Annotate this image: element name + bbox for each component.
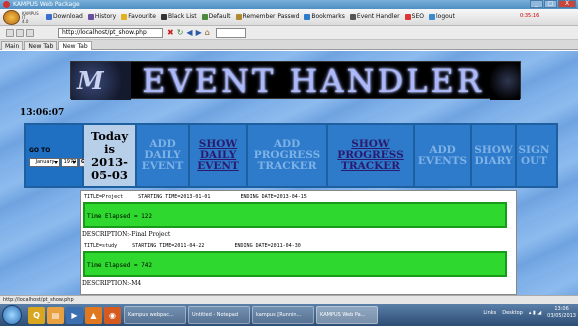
- seo-icon: [404, 13, 411, 20]
- folder-icon[interactable]: ▤: [47, 306, 64, 324]
- brand-text: KAMPUS IT 4.0: [22, 11, 39, 24]
- start-button[interactable]: [2, 305, 22, 325]
- nav-tools: [6, 29, 34, 37]
- task-kampus-webpac[interactable]: Kampus webpac...: [124, 306, 186, 324]
- browser-toolbar: KAMPUS IT 4.0 Download History Favourite…: [0, 9, 578, 26]
- chevron-down-icon: [72, 160, 76, 164]
- goto-label: GO TO: [29, 146, 51, 154]
- current-time: 13:06:07: [20, 108, 65, 118]
- close-button[interactable]: X: [558, 0, 576, 8]
- banner-swirl-art: [490, 62, 520, 100]
- nav-buttons: ✖ ↻ ◀ ▶ ⌂: [167, 28, 210, 37]
- menu-sign-out[interactable]: SIGN OUT: [517, 125, 551, 186]
- toolbar-default[interactable]: Default: [201, 13, 231, 20]
- tab-main[interactable]: Main: [1, 41, 24, 50]
- key-icon: [235, 13, 242, 20]
- refresh-button[interactable]: ↻: [177, 28, 184, 37]
- window-title-bar: KAMPUS Web Package _ □ X: [0, 0, 578, 9]
- menu-show-daily-event[interactable]: SHOW DAILY EVENT: [190, 125, 248, 186]
- app-logo-icon: [3, 1, 10, 8]
- main-menu: GO TO January 1970 GO! Today is 2013-05-…: [24, 123, 558, 188]
- event-handler-banner: M EVENT HANDLER: [70, 61, 521, 100]
- toolbar-seo[interactable]: SEO: [404, 13, 424, 20]
- event-icon: [349, 13, 356, 20]
- menu-show-progress-tracker[interactable]: SHOW PROGRESS TRACKER: [328, 125, 415, 186]
- navigation-bar: http://localhost/pt_show.php ✖ ↻ ◀ ▶ ⌂: [0, 26, 578, 40]
- today-date: Today is 2013-05-03: [84, 125, 137, 186]
- stop-button[interactable]: ✖: [167, 28, 174, 37]
- elapsed-text: Time Elapsed = 742: [87, 262, 153, 269]
- toolbar-history[interactable]: History: [87, 13, 116, 20]
- toolbar-remember-passwd[interactable]: Remember Passwd: [235, 13, 299, 20]
- tool-icon[interactable]: [6, 29, 14, 37]
- menu-add-events[interactable]: ADD EVENTS: [415, 125, 472, 186]
- tool-icon[interactable]: [16, 29, 24, 37]
- progress-tracker-list: TITLE=Project STARTING TIME=2013-01-01 E…: [80, 190, 517, 295]
- default-icon: [201, 13, 208, 20]
- forward-button[interactable]: ▶: [196, 28, 202, 37]
- toolbar-event-handler[interactable]: Event Handler: [349, 13, 400, 20]
- toolbar-blacklist[interactable]: Black List: [160, 13, 197, 20]
- kampus-logo-icon: [3, 10, 20, 25]
- event-description: DESCRIPTION:-M4: [82, 280, 142, 287]
- menu-add-progress-tracker[interactable]: ADD PROGRESS TRACKER: [248, 125, 328, 186]
- address-input[interactable]: http://localhost/pt_show.php: [58, 28, 163, 38]
- system-tray: Links Desktop ▴ ▮ ◢ 13:06 03/05/2013: [483, 306, 576, 320]
- download-icon: [46, 13, 52, 20]
- media-player-icon[interactable]: ▶: [66, 306, 83, 324]
- search-input[interactable]: [216, 28, 246, 38]
- tool-icon[interactable]: [26, 29, 34, 37]
- back-button[interactable]: ◀: [186, 28, 192, 37]
- goto-cell: GO TO January 1970 GO!: [26, 125, 94, 186]
- maximize-button[interactable]: □: [544, 0, 557, 8]
- elapsed-text: Time Elapsed = 122: [87, 213, 153, 220]
- pinned-apps: Q ▤ ▶ ▲ ◉: [28, 306, 121, 324]
- tab-new[interactable]: New Tab: [24, 41, 58, 50]
- tray-icons[interactable]: ▴ ▮ ◢: [529, 310, 541, 316]
- toolbar-logout[interactable]: logout: [428, 13, 455, 20]
- logout-icon: [428, 13, 435, 20]
- event-header: TITLE=Project STARTING TIME=2013-01-01 E…: [84, 194, 307, 200]
- banner-title: EVENT HANDLER: [142, 62, 484, 100]
- taskbar: Q ▤ ▶ ▲ ◉ Kampus webpac... Untitled - No…: [0, 304, 578, 326]
- month-select[interactable]: January: [29, 157, 60, 167]
- event-description: DESCRIPTION:-Final Project: [82, 231, 171, 238]
- chevron-down-icon: [54, 160, 58, 164]
- bookmark-icon: [304, 13, 311, 20]
- minimize-button[interactable]: _: [530, 0, 543, 8]
- app-pin-icon[interactable]: Q: [28, 306, 45, 324]
- window-title: KAMPUS Web Package: [13, 1, 80, 8]
- tab-new-active[interactable]: New Tab: [58, 41, 92, 50]
- status-bar: http://localhost/pt_show.php: [0, 295, 578, 304]
- task-notepad[interactable]: Untitled - Notepad: [188, 306, 250, 324]
- task-kampus-running[interactable]: kampus [Runnin...: [252, 306, 314, 324]
- year-select[interactable]: 1970: [61, 157, 78, 167]
- menu-show-diary[interactable]: SHOW DIARY: [472, 125, 517, 186]
- toolbar-favourite[interactable]: Favourite: [121, 13, 156, 20]
- page-content: M EVENT HANDLER 13:06:07 GO TO January 1…: [0, 51, 578, 295]
- history-icon: [87, 13, 94, 20]
- window-controls: _ □ X: [530, 0, 576, 8]
- task-list: Kampus webpac... Untitled - Notepad kamp…: [124, 306, 378, 324]
- home-button[interactable]: ⌂: [205, 28, 210, 37]
- event-header: TITLE=study STARTING TIME=2011-04-22 END…: [84, 243, 301, 249]
- vlc-icon[interactable]: ▲: [85, 306, 102, 324]
- elapsed-bar: Time Elapsed = 122: [83, 202, 507, 228]
- tab-strip: Main New Tab New Tab: [0, 40, 578, 50]
- elapsed-bar: Time Elapsed = 742: [83, 251, 507, 277]
- m-logo-icon: M: [77, 66, 104, 95]
- toolbar-clock: 0:35:16: [520, 13, 540, 19]
- task-kampus-web-package[interactable]: KAMPUS Web Pa...: [316, 306, 378, 324]
- toolbar-bookmarks[interactable]: Bookmarks: [304, 13, 345, 20]
- blacklist-icon: [160, 13, 167, 20]
- firefox-icon[interactable]: ◉: [104, 306, 121, 324]
- star-icon: [121, 13, 128, 20]
- toolbar-download[interactable]: Download: [46, 13, 83, 20]
- links-toolbar[interactable]: Links: [483, 310, 496, 316]
- tray-clock[interactable]: 13:06 03/05/2013: [547, 306, 576, 320]
- desktop-toolbar[interactable]: Desktop: [502, 310, 523, 316]
- menu-add-daily-event[interactable]: ADD DAILY EVENT: [137, 125, 190, 186]
